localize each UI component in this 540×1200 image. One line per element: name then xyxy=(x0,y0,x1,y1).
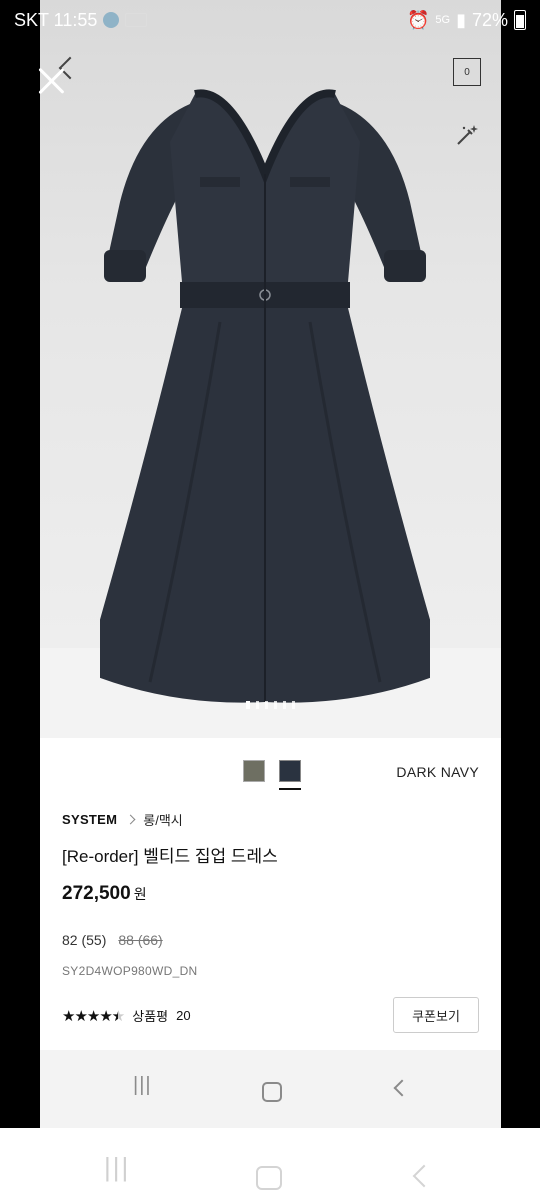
price-currency: 원 xyxy=(133,886,147,902)
selected-color-name: DARK NAVY xyxy=(396,764,479,780)
inner-nav-bar: ||| xyxy=(40,1050,501,1128)
cart-button[interactable]: 0 xyxy=(453,58,481,86)
alarm-icon: ⏰ xyxy=(406,9,430,30)
review-count: 20 xyxy=(176,1008,191,1023)
network-label: 5G xyxy=(435,14,451,26)
battery-icon xyxy=(514,10,526,30)
size-option-soldout: 88 (66) xyxy=(118,932,163,948)
nav-back-icon[interactable] xyxy=(393,1079,411,1097)
magic-wand-icon[interactable] xyxy=(454,122,480,148)
gallery-dot xyxy=(283,701,286,709)
review-label: 상품평 xyxy=(132,1009,169,1024)
coupon-button[interactable]: 쿠폰보기 xyxy=(393,997,479,1033)
carrier-time: SKT 11:55 xyxy=(14,9,98,30)
size-option[interactable]: 82 (55) xyxy=(62,932,106,948)
size-list: 82 (55) 88 (66) xyxy=(62,932,163,948)
notification-icon xyxy=(125,13,148,27)
chevron-right-icon xyxy=(125,814,136,825)
product-title: [Re-order] 벨티드 집업 드레스 xyxy=(62,847,278,866)
globe-icon xyxy=(103,12,120,28)
gallery-dot xyxy=(292,701,295,709)
color-swatch-olive[interactable] xyxy=(243,760,265,782)
brand-link[interactable]: SYSTEM xyxy=(62,812,117,827)
device-back-icon[interactable] xyxy=(412,1164,436,1188)
recent-apps-icon[interactable]: ||| xyxy=(133,1074,152,1097)
star-rating-icon: ★★★★★★ xyxy=(62,1007,125,1025)
status-bar: SKT 11:55 ⏰ 5G ▮ 72% xyxy=(0,0,540,40)
battery-label: 72% xyxy=(471,9,508,30)
color-swatch-dark-navy[interactable] xyxy=(279,760,301,790)
breadcrumb: SYSTEM 롱/맥시 xyxy=(62,810,183,829)
color-swatches xyxy=(243,760,301,790)
gallery-indicator xyxy=(246,701,295,709)
product-price: 272,500 xyxy=(62,883,131,904)
cart-count: 0 xyxy=(464,66,470,78)
close-icon[interactable] xyxy=(36,66,66,96)
review-summary[interactable]: ★★★★★★ 상품평 20 xyxy=(62,1006,191,1025)
home-icon[interactable] xyxy=(262,1082,282,1102)
device-recent-apps-icon[interactable]: ||| xyxy=(104,1152,130,1183)
product-image-gallery[interactable]: 0 xyxy=(40,0,501,738)
device-home-icon[interactable] xyxy=(256,1166,282,1190)
category-link[interactable]: 롱/맥시 xyxy=(143,810,183,829)
gallery-dot xyxy=(265,701,268,709)
gallery-dot xyxy=(246,701,250,709)
signal-icon: ▮ xyxy=(456,9,466,30)
gallery-dot xyxy=(256,701,259,709)
product-image-dress xyxy=(100,89,430,703)
price-row: 272,500 원 xyxy=(62,883,147,905)
product-sku: SY2D4WOP980WD_DN xyxy=(62,964,198,978)
device-nav-bar: ||| xyxy=(0,1128,540,1200)
app-screen: 0 DARK NAVY SYSTEM 롱/맥시 [Re-order] 벨티드 집… xyxy=(40,0,501,1128)
gallery-dot xyxy=(274,701,277,709)
